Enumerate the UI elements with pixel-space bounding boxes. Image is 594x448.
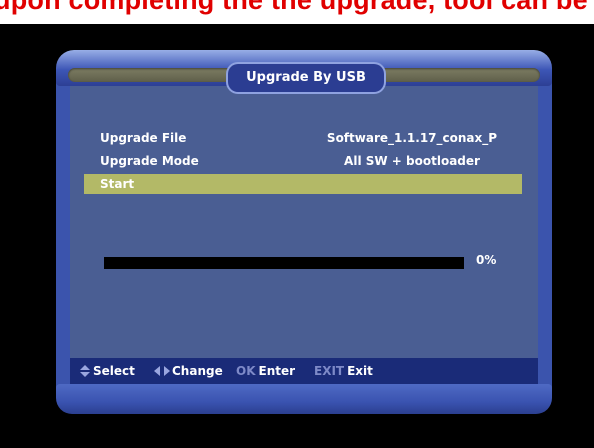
select-label: Select [93,364,135,378]
upgrade-mode-label: Upgrade Mode [100,154,199,168]
row-upgrade-file[interactable]: Upgrade File Software_1.1.17_conax_P [84,128,522,148]
upgrade-progress-bar [104,257,464,269]
enter-label: Enter [258,364,296,378]
help-enter: OK Enter [236,363,295,379]
upgrade-file-label: Upgrade File [100,131,187,145]
exit-label: Exit [347,364,373,378]
help-change: Change [154,363,223,379]
left-right-arrows-icon [154,366,170,376]
change-label: Change [172,364,223,378]
row-start[interactable]: Start [84,174,522,194]
ok-key-label: OK [236,364,256,378]
progress-percent: 0% [476,253,497,267]
start-label: Start [100,177,135,191]
upgrade-dialog: Upgrade By USB Upgrade File Software_1.1… [56,50,552,414]
exit-key-label: EXIT [314,364,345,378]
frame-left [56,80,70,390]
upgrade-mode-value: All SW + bootloader [344,154,480,168]
help-exit: EXIT Exit [314,363,373,379]
caption-text: upon completing the the upgrade, tool ca… [0,0,594,15]
up-down-arrows-icon [80,365,90,377]
upgrade-file-value: Software_1.1.17_conax_P [326,131,498,145]
help-bar: Select Change OK Enter EXIT Exit [70,358,538,384]
row-upgrade-mode[interactable]: Upgrade Mode All SW + bootloader [84,151,522,171]
dialog-body: Upgrade File Software_1.1.17_conax_P Upg… [70,86,538,358]
caption-banner: upon completing the the upgrade, tool ca… [0,0,594,24]
dialog-footer [56,384,552,414]
dialog-title: Upgrade By USB [246,70,366,85]
help-select: Select [80,363,135,379]
dialog-title-pill: Upgrade By USB [228,64,384,92]
frame-right [538,80,552,390]
